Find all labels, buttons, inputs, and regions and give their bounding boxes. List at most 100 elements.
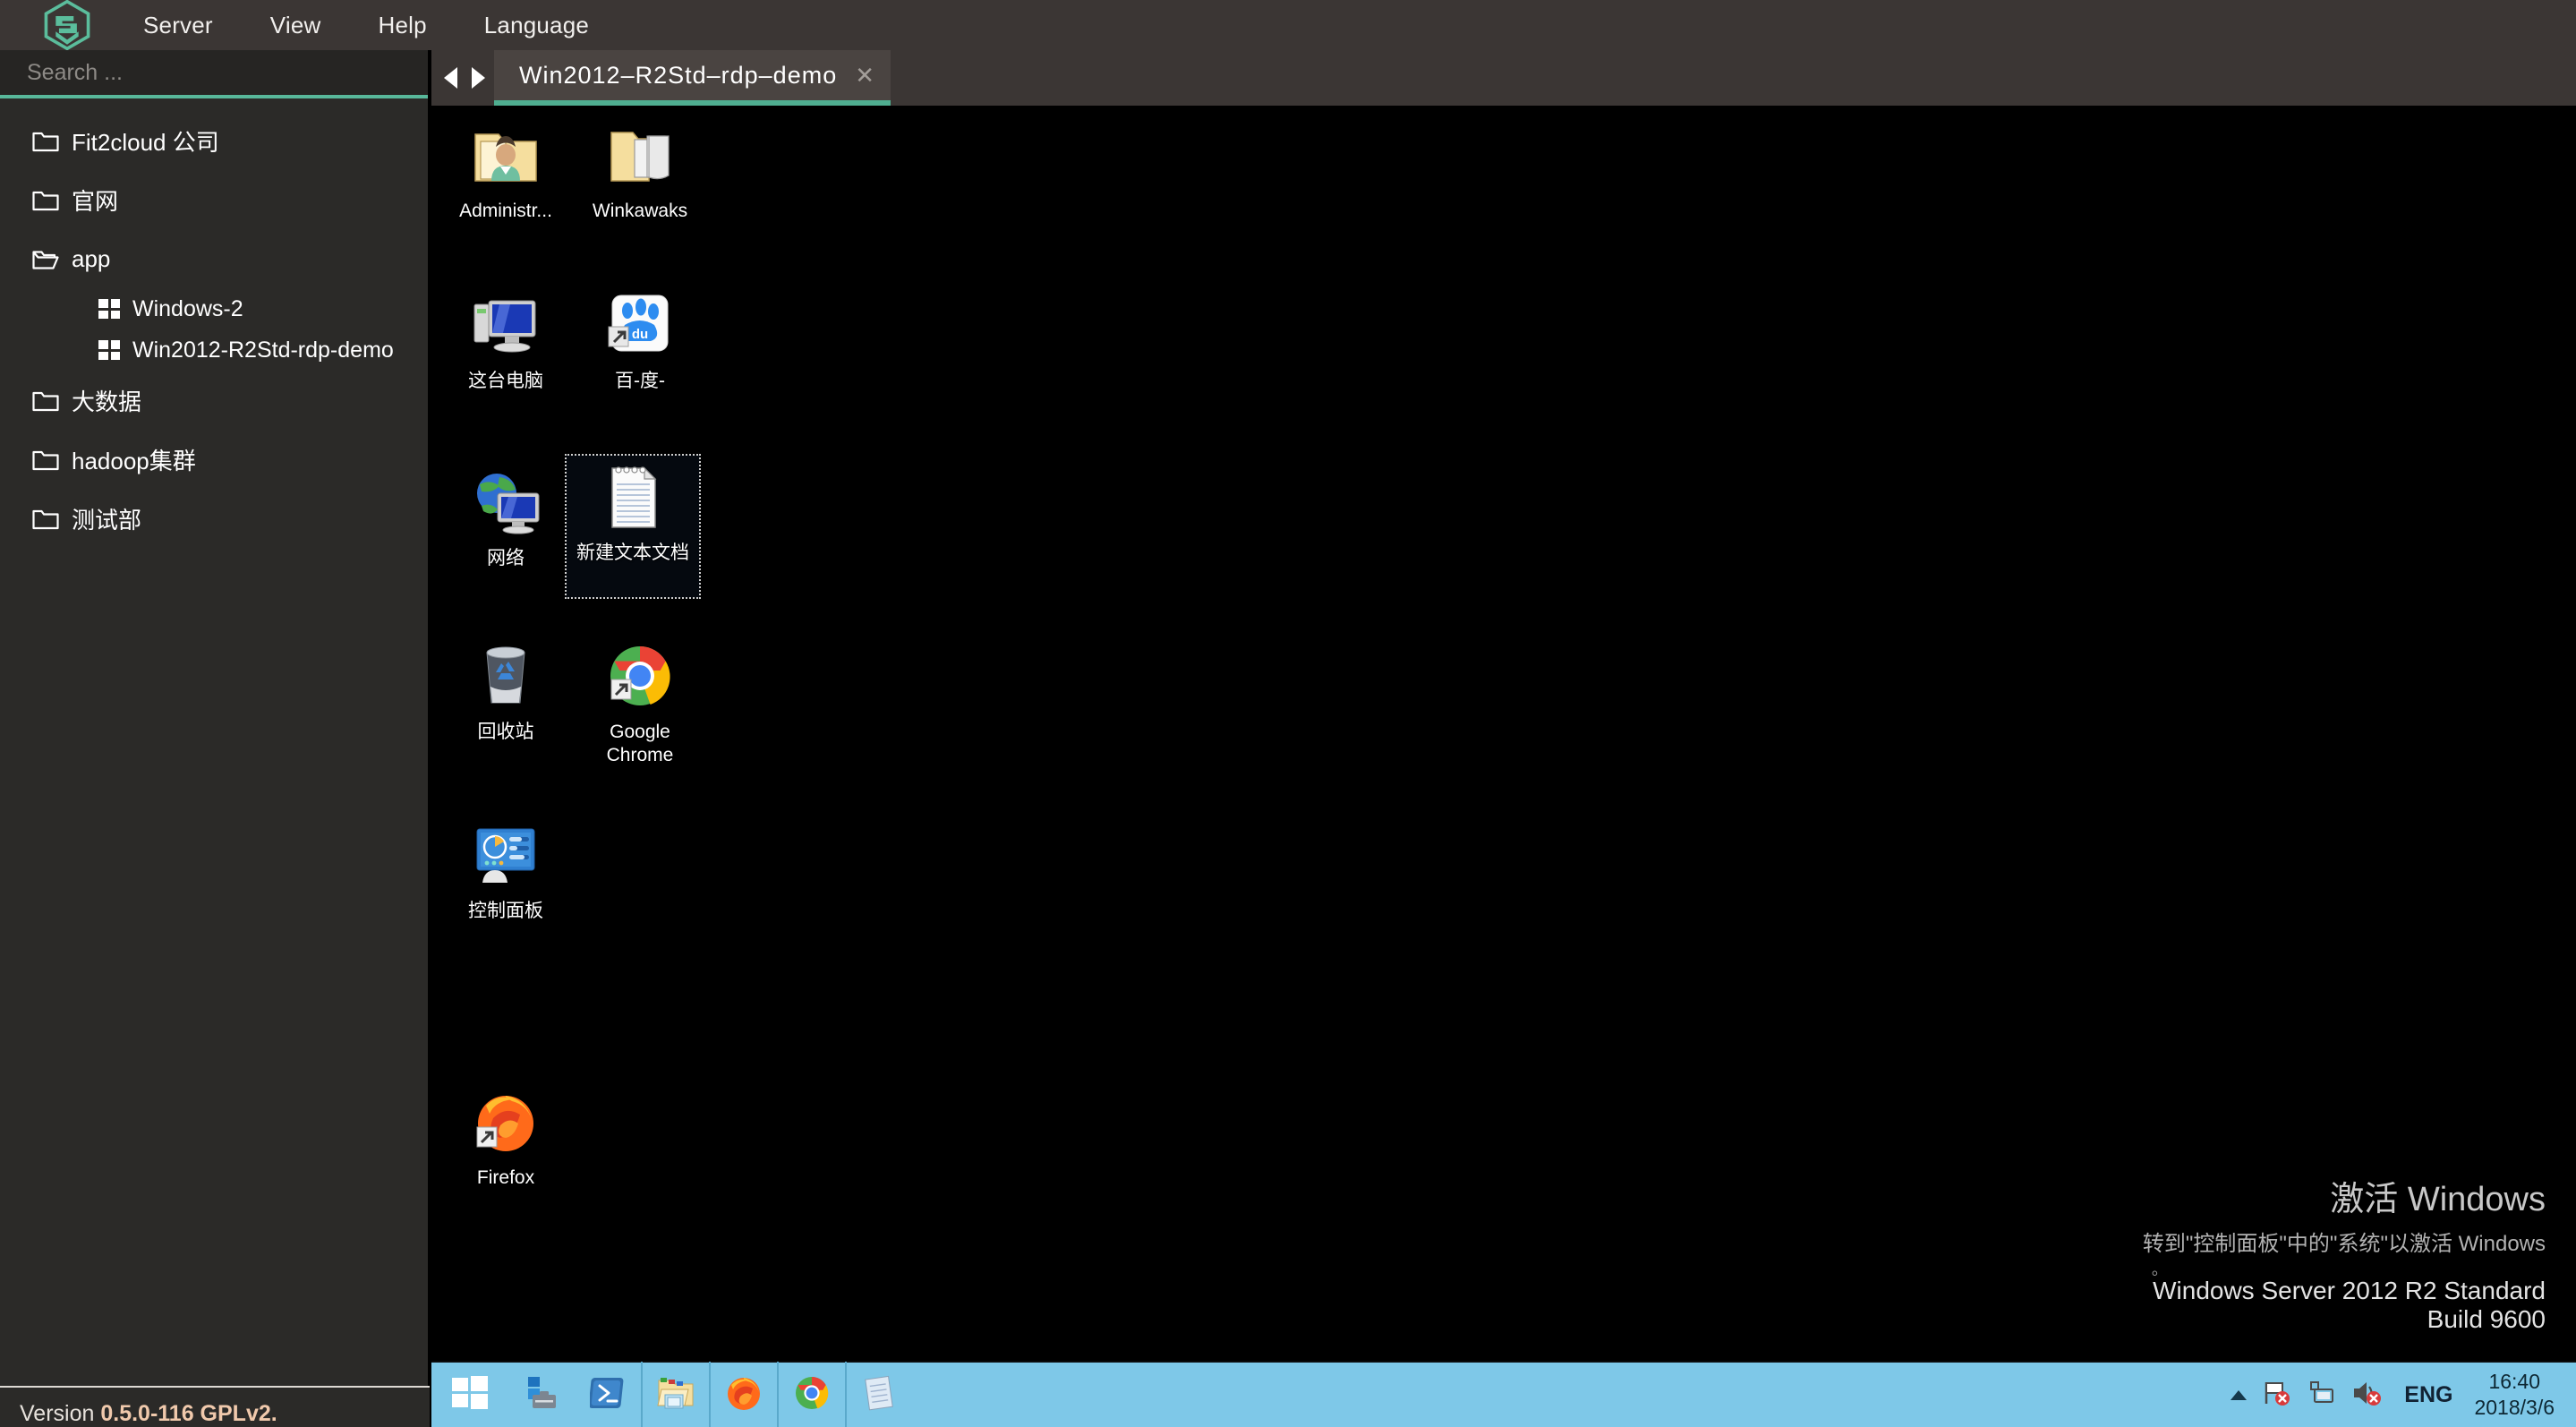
search-input[interactable]: Search ... [0, 50, 428, 98]
tray-clock[interactable]: 16:40 2018/3/6 [2474, 1369, 2560, 1421]
folder-icon [32, 448, 72, 471]
recycle-bin-icon [439, 634, 573, 718]
close-icon[interactable]: ✕ [855, 64, 874, 87]
tree-item-hadoop-cluster[interactable]: hadoop集群 [0, 430, 428, 489]
baidu-icon: du [573, 283, 707, 367]
version-footer: Version 0.5.0-116 GPLv2. [0, 1386, 430, 1427]
taskbar-chrome-button[interactable] [779, 1362, 845, 1427]
watermark-title: 激活 Windows [2330, 1181, 2546, 1218]
desktop-icon-label: Winkawaks [592, 201, 688, 221]
tree-item-label: Fit2cloud 公司 [72, 128, 219, 156]
tree-item-label: 大数据 [72, 388, 142, 415]
tree-item-label: app [72, 244, 111, 272]
chrome-taskbar-icon [792, 1373, 832, 1417]
folder-icon [32, 389, 72, 412]
folder-files-icon [573, 113, 707, 197]
watermark-edition: Windows Server 2012 R2 Standard [2153, 1277, 2546, 1304]
tree-item-label: Win2012-R2Std-rdp-demo [132, 337, 394, 363]
desktop-icon-label: Administr... [459, 201, 552, 221]
session-tabstrip: Win2012–R2Std–rdp–demo ✕ [431, 50, 2576, 106]
network-monitor-icon[interactable] [2306, 1379, 2336, 1412]
watermark-subtitle: 转到"控制面板"中的"系统"以激活 Windows [2142, 1232, 2546, 1256]
desktop-icon-control-panel[interactable]: 控制面板 [439, 813, 573, 923]
tree-item-label: 测试部 [72, 506, 142, 534]
desktop-icon-label: Firefox [476, 1167, 535, 1188]
folder-icon [32, 507, 72, 530]
watermark-degree-mark: 。 [2151, 1260, 2168, 1278]
powershell-icon [588, 1376, 626, 1414]
notepad-taskbar-icon [860, 1374, 900, 1416]
desktop-icon-firefox[interactable]: Firefox [439, 1080, 573, 1190]
tab-nav-arrows [431, 67, 494, 89]
control-panel-icon [439, 813, 573, 897]
guacamole-hex-logo-icon [44, 0, 90, 51]
desktop-icon-label: 控制面板 [468, 901, 543, 921]
menu-server[interactable]: Server [134, 12, 222, 39]
tree-item-app[interactable]: app [0, 229, 428, 288]
system-tray: ENG 16:40 2018/3/6 [2231, 1362, 2576, 1427]
taskbar-notepad-button[interactable] [847, 1362, 913, 1427]
tree-item-label: 官网 [72, 187, 119, 215]
connection-tree: Fit2cloud 公司 官网 app Windows-2 Win2012-R2… [0, 98, 428, 548]
desktop-icon-label: 新建文本文档 [576, 543, 689, 563]
taskbar-server-manager-button[interactable] [508, 1362, 575, 1427]
menu-view[interactable]: View [261, 12, 330, 39]
tab-win2012-r2std-rdp-demo[interactable]: Win2012–R2Std–rdp–demo ✕ [494, 50, 891, 106]
app-logo[interactable] [0, 0, 134, 51]
desktop-icon-label: 百-度- [615, 371, 665, 391]
folder-open-icon [32, 247, 72, 270]
start-button[interactable] [431, 1362, 508, 1427]
server-manager-icon [523, 1375, 560, 1415]
tree-item-win2012-r2std-rdp-demo[interactable]: Win2012-R2Std-rdp-demo [0, 329, 428, 371]
volume-muted-icon[interactable] [2350, 1379, 2383, 1412]
version-value: 0.5.0-116 GPLv2. [100, 1401, 277, 1426]
tree-item-testing-dept[interactable]: 测试部 [0, 489, 428, 548]
tree-item-fit2cloud[interactable]: Fit2cloud 公司 [0, 111, 428, 170]
menu-help[interactable]: Help [369, 12, 435, 39]
watermark-build: Build 9600 [2427, 1305, 2546, 1333]
tab-label: Win2012–R2Std–rdp–demo [519, 61, 838, 89]
taskbar-powershell-button[interactable] [575, 1362, 641, 1427]
desktop-icon-new-text-document[interactable]: 新建文本文档 [565, 454, 701, 599]
folder-user-icon [439, 113, 573, 197]
tree-item-bigdata[interactable]: 大数据 [0, 371, 428, 430]
windows-icon [98, 340, 132, 360]
desktop-icon-google-chrome[interactable]: Google Chrome [573, 634, 707, 766]
folder-icon [32, 188, 72, 211]
chrome-icon [573, 634, 707, 718]
windows-activation-watermark: 激活 Windows 转到"控制面板"中的"系统"以激活 Windows Win… [2143, 1171, 2546, 1334]
tree-item-windows-2[interactable]: Windows-2 [0, 288, 428, 329]
desktop-icon-label: 回收站 [477, 722, 534, 742]
tray-time: 16:40 [2488, 1370, 2541, 1394]
connection-sidebar: Search ... Fit2cloud 公司 官网 app Windows-2… [0, 50, 430, 1427]
menu-language[interactable]: Language [475, 12, 598, 39]
tree-item-label: hadoop集群 [72, 447, 196, 474]
desktop-icon-label: Google Chrome [606, 722, 674, 765]
desktop-icon-baidu[interactable]: du 百-度- [573, 283, 707, 393]
file-explorer-icon [656, 1375, 695, 1415]
firefox-taskbar-icon [724, 1373, 763, 1417]
desktop-icon-label: 网络 [487, 548, 525, 568]
desktop-icon-this-pc[interactable]: 这台电脑 [439, 283, 573, 393]
desktop-icon-network[interactable]: 网络 [439, 460, 573, 570]
tree-item-guanwang[interactable]: 官网 [0, 170, 428, 229]
firefox-icon [439, 1080, 573, 1164]
windows-icon [98, 299, 132, 319]
tray-language-indicator[interactable]: ENG [2404, 1382, 2452, 1408]
caret-up-icon[interactable] [2231, 1389, 2248, 1400]
arrow-left-icon[interactable] [444, 67, 457, 89]
tray-date: 2018/3/6 [2474, 1396, 2555, 1419]
desktop-icon-recycle-bin[interactable]: 回收站 [439, 634, 573, 744]
desktop-icon-administrator[interactable]: Administr... [439, 113, 573, 223]
arrow-right-icon[interactable] [472, 67, 485, 89]
taskbar-firefox-button[interactable] [711, 1362, 777, 1427]
remote-desktop-canvas[interactable]: Administr... Winkawaks 这台电脑 du 百-度- 网络 新… [431, 106, 2576, 1427]
app-menubar: Server View Help Language [0, 0, 2576, 51]
tree-item-label: Windows-2 [132, 295, 243, 321]
desktop-icon-winkawaks[interactable]: Winkawaks [573, 113, 707, 223]
text-document-icon [566, 455, 700, 539]
start-icon [452, 1375, 488, 1414]
taskbar-file-explorer-button[interactable] [643, 1362, 709, 1427]
search-placeholder: Search ... [27, 59, 123, 85]
network-flag-error-icon[interactable] [2261, 1379, 2291, 1412]
